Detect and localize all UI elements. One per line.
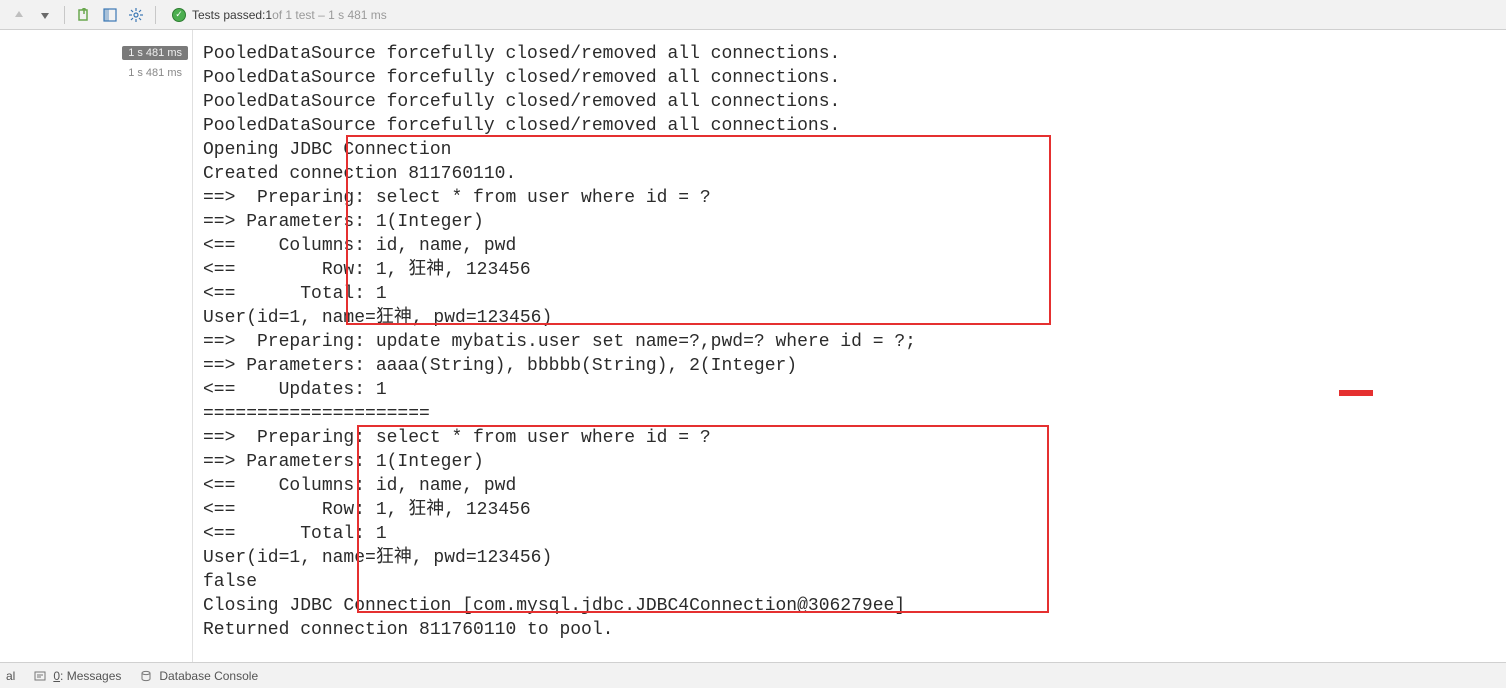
status-suffix: of 1 test – 1 s 481 ms [272,8,387,22]
arrow-down-icon[interactable] [36,6,54,24]
database-icon [139,669,153,683]
export-icon[interactable] [75,6,93,24]
content: 1 s 481 ms 1 s 481 ms PooledDataSource f… [0,30,1506,662]
console-line: ==> Preparing: select * from user where … [203,186,1506,210]
console-line: <== Columns: id, name, pwd [203,234,1506,258]
console-line: ==> Parameters: 1(Integer) [203,450,1506,474]
status-prefix: Tests passed: [192,8,265,22]
console-line: PooledDataSource forcefully closed/remov… [203,114,1506,138]
toolbar-separator [155,6,156,24]
console-line: false [203,570,1506,594]
duration-chip-root: 1 s 481 ms [122,46,188,60]
terminal-label-fragment: al [6,669,15,683]
messages-tab[interactable]: 0: Messages [33,669,121,683]
console-line: User(id=1, name=狂神, pwd=123456) [203,546,1506,570]
terminal-tab[interactable]: al [6,669,15,683]
toolbar: Tests passed: 1 of 1 test – 1 s 481 ms [0,0,1506,30]
console-line: Created connection 811760110. [203,162,1506,186]
console-line: User(id=1, name=狂神, pwd=123456) [203,306,1506,330]
console-text: PooledDataSource forcefully closed/remov… [193,30,1506,642]
database-console-label: Database Console [159,669,258,683]
console-line: <== Updates: 1 [203,378,1506,402]
console-output-panel[interactable]: PooledDataSource forcefully closed/remov… [193,30,1506,662]
toolbar-separator [64,6,65,24]
gear-icon[interactable] [127,6,145,24]
console-line: ==> Preparing: update mybatis.user set n… [203,330,1506,354]
test-status: Tests passed: 1 of 1 test – 1 s 481 ms [172,8,387,22]
console-line: ==> Parameters: aaaa(String), bbbbb(Stri… [203,354,1506,378]
console-line: PooledDataSource forcefully closed/remov… [203,42,1506,66]
status-passed-count: 1 [265,8,272,22]
layout-icon[interactable] [101,6,119,24]
console-line: PooledDataSource forcefully closed/remov… [203,66,1506,90]
annotation-mark [1339,390,1373,396]
console-line: <== Row: 1, 狂神, 123456 [203,258,1506,282]
console-line: Closing JDBC Connection [com.mysql.jdbc.… [203,594,1506,618]
duration-chip-child: 1 s 481 ms [122,66,188,80]
console-line: <== Row: 1, 狂神, 123456 [203,498,1506,522]
console-line: ==> Parameters: 1(Integer) [203,210,1506,234]
console-line: ==> Preparing: select * from user where … [203,426,1506,450]
console-line: <== Total: 1 [203,522,1506,546]
messages-label: : Messages [60,669,121,683]
messages-accelerator: 0 [53,669,60,683]
console-line: <== Columns: id, name, pwd [203,474,1506,498]
database-console-tab[interactable]: Database Console [139,669,258,683]
test-tree-panel[interactable]: 1 s 481 ms 1 s 481 ms [0,30,193,662]
bottom-toolbar: al 0: Messages Database Console [0,662,1506,688]
arrow-up-icon[interactable] [10,6,28,24]
messages-icon [33,669,47,683]
console-line: ===================== [203,402,1506,426]
console-line: Returned connection 811760110 to pool. [203,618,1506,642]
console-line: Opening JDBC Connection [203,138,1506,162]
console-line: <== Total: 1 [203,282,1506,306]
console-line: PooledDataSource forcefully closed/remov… [203,90,1506,114]
check-circle-icon [172,8,186,22]
